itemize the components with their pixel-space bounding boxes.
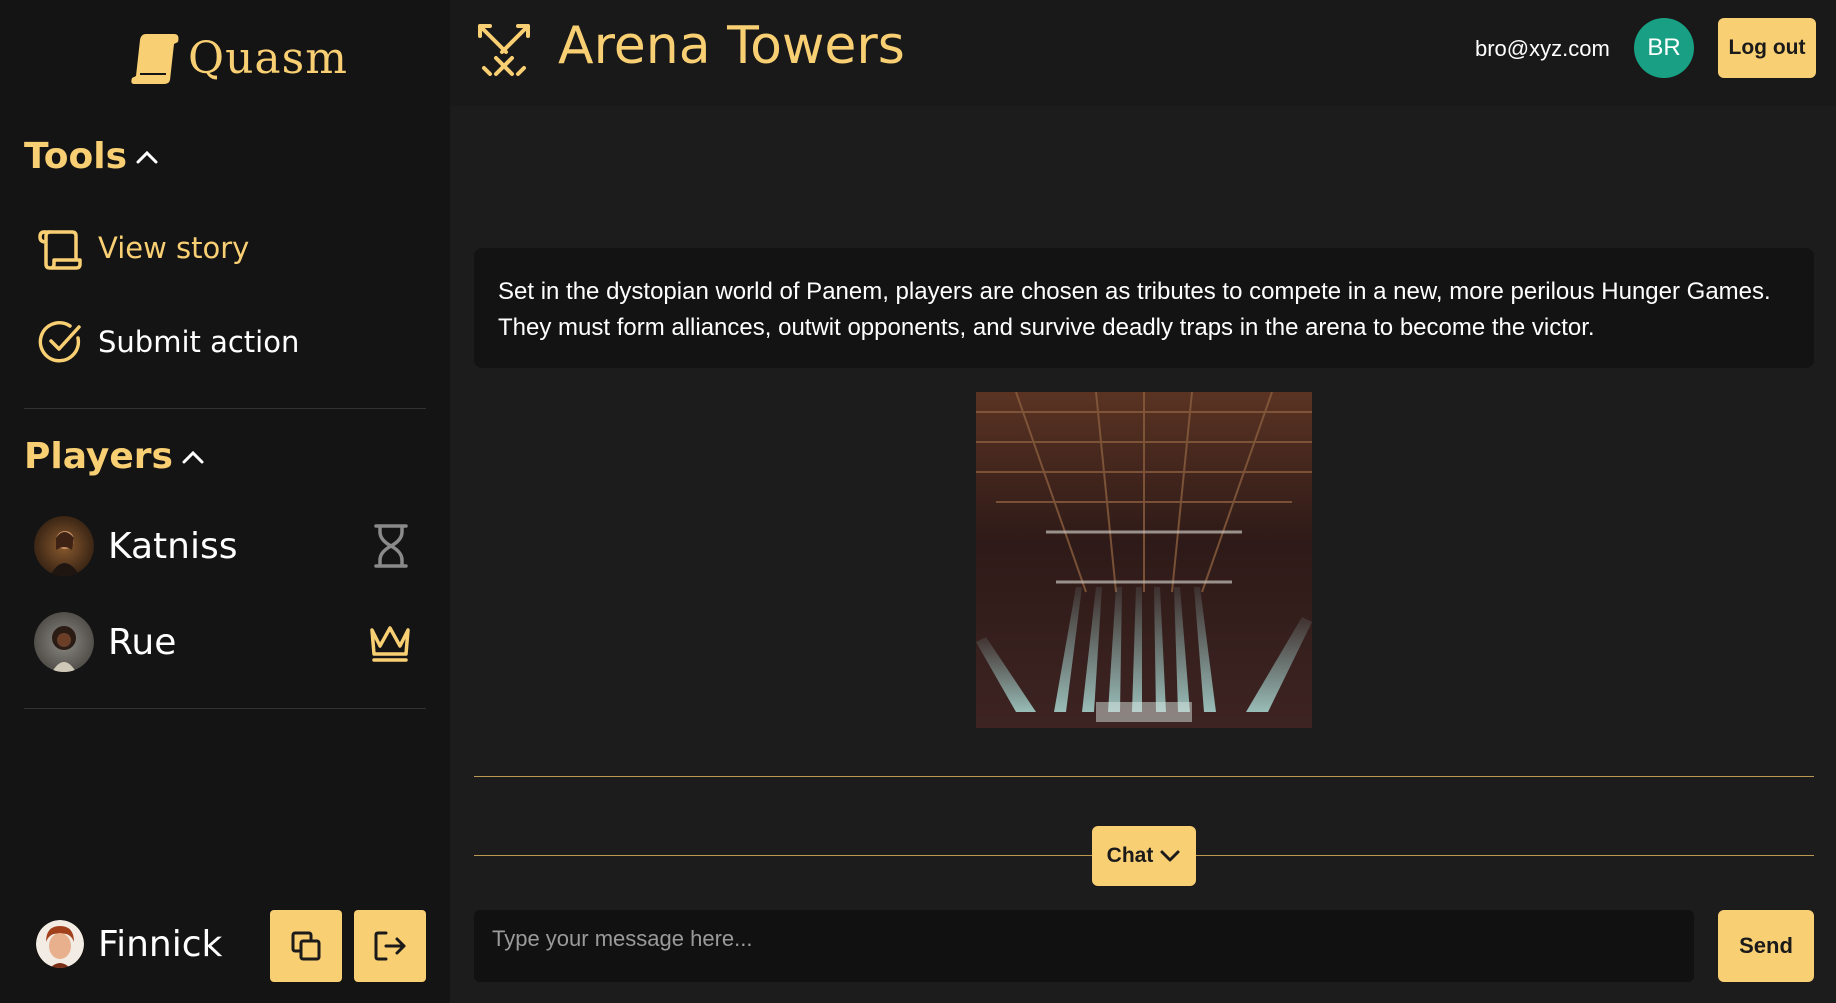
copy-button[interactable]	[270, 910, 342, 982]
player-row-katniss[interactable]: Katniss	[34, 514, 414, 578]
player-avatar	[34, 612, 94, 672]
logout-button[interactable]: Log out	[1718, 18, 1816, 78]
divider	[24, 708, 426, 709]
scroll-icon	[38, 230, 82, 270]
logo[interactable]: Quasm	[130, 30, 348, 86]
current-user: Finnick	[36, 920, 222, 968]
user-avatar[interactable]: BR	[1634, 18, 1694, 78]
view-story-item[interactable]: View story	[36, 224, 249, 272]
crossed-swords-icon	[478, 24, 530, 76]
player-avatar	[34, 516, 94, 576]
copy-icon	[291, 931, 321, 961]
check-circle-icon	[38, 321, 81, 363]
players-title: Players	[24, 436, 173, 477]
current-user-name: Finnick	[98, 923, 223, 965]
chevron-up-icon	[182, 450, 204, 463]
hourglass-icon	[374, 524, 408, 568]
user-avatar	[36, 920, 84, 968]
scroll-logo-icon	[131, 34, 179, 84]
divider-line	[474, 776, 1814, 777]
logout-icon	[374, 931, 406, 961]
crown-icon	[370, 626, 410, 662]
logo-text: Quasm	[188, 32, 348, 84]
tools-title: Tools	[24, 136, 128, 177]
view-story-label: View story	[98, 231, 250, 265]
user-email: bro@xyz.com	[1475, 36, 1610, 61]
player-name: Rue	[108, 621, 177, 663]
submit-action-item[interactable]: Submit action	[36, 318, 299, 366]
send-button[interactable]: Send	[1718, 910, 1814, 982]
leave-game-button[interactable]	[354, 910, 426, 982]
tools-section-header[interactable]: Tools	[24, 136, 159, 177]
sidebar: Quasm Tools View story Submit action Pla…	[0, 0, 450, 1003]
story-text: Set in the dystopian world of Panem, pla…	[474, 248, 1814, 368]
chat-label: Chat	[1106, 844, 1154, 867]
header: Arena Towers bro@xyz.com BR Log out	[450, 0, 1836, 106]
player-row-rue[interactable]: Rue	[34, 610, 414, 674]
game-title: Arena Towers	[558, 16, 905, 76]
message-input[interactable]	[474, 910, 1694, 982]
chat-toggle-button[interactable]: Chat	[1092, 826, 1196, 886]
arena-scene-image	[976, 392, 1312, 728]
players-section-header[interactable]: Players	[24, 436, 205, 477]
chevron-down-icon	[1160, 850, 1180, 862]
player-name: Katniss	[108, 525, 238, 567]
divider	[24, 408, 426, 409]
submit-action-label: Submit action	[98, 325, 300, 359]
chevron-up-icon	[136, 150, 158, 163]
